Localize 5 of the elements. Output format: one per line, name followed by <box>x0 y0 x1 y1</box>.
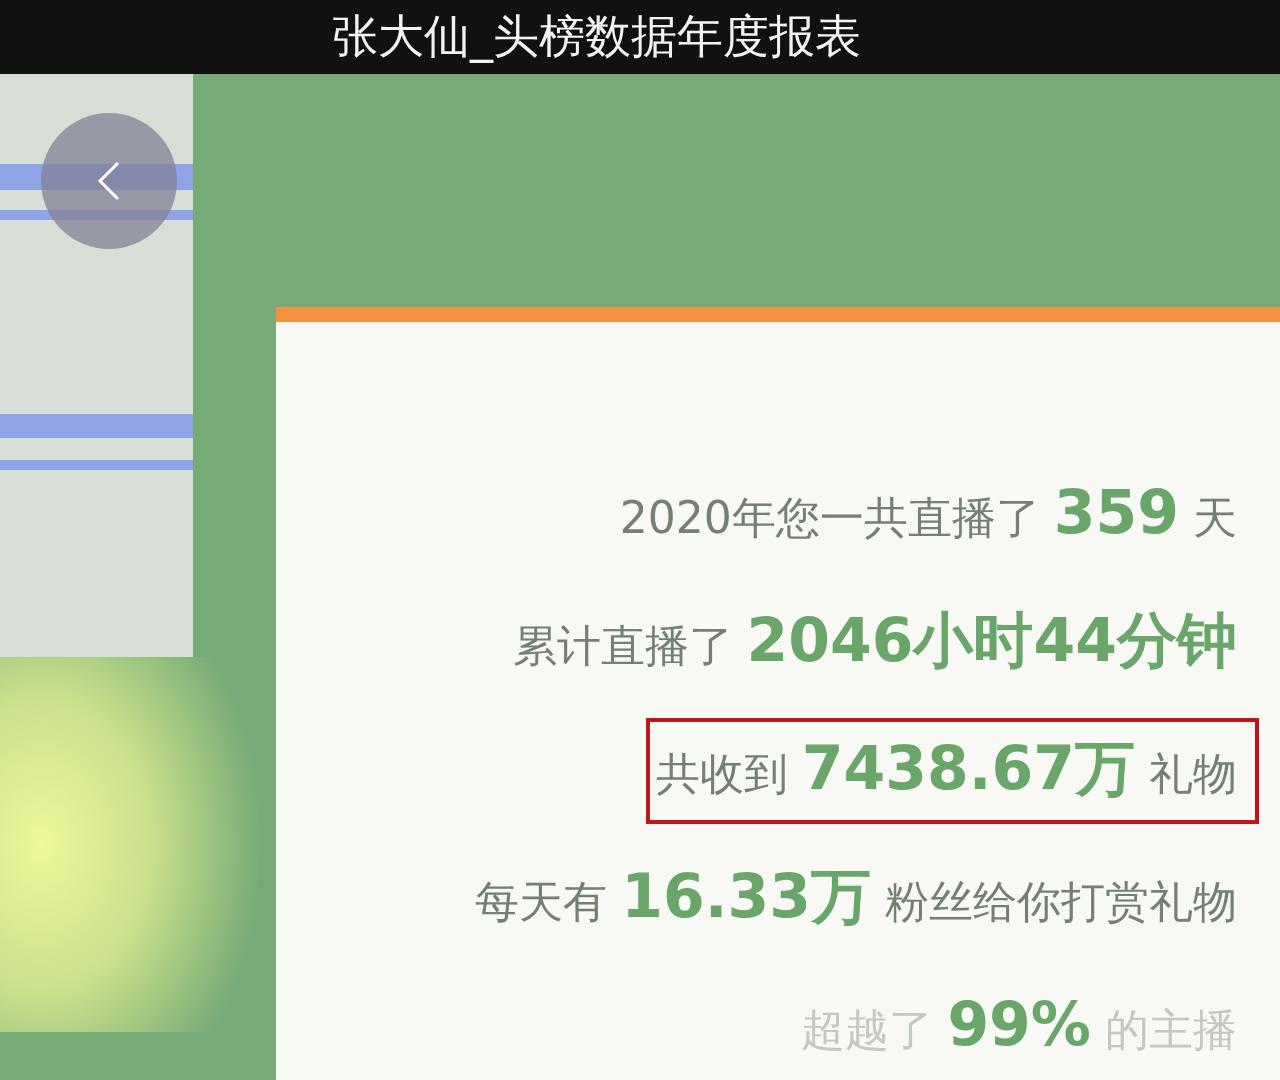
report-sentence: 每天有 16.33万 粉丝给你打赏礼物 <box>474 860 1238 933</box>
report-sentence: 累计直播了 2046小时44分钟 <box>511 604 1238 677</box>
report-sentence: 共收到 7438.67万 礼物 <box>645 718 1259 824</box>
page-title: 张大仙_头榜数据年度报表 <box>332 8 861 65</box>
report-sentence: 2020年您一共直播了 359 天 <box>618 476 1238 549</box>
